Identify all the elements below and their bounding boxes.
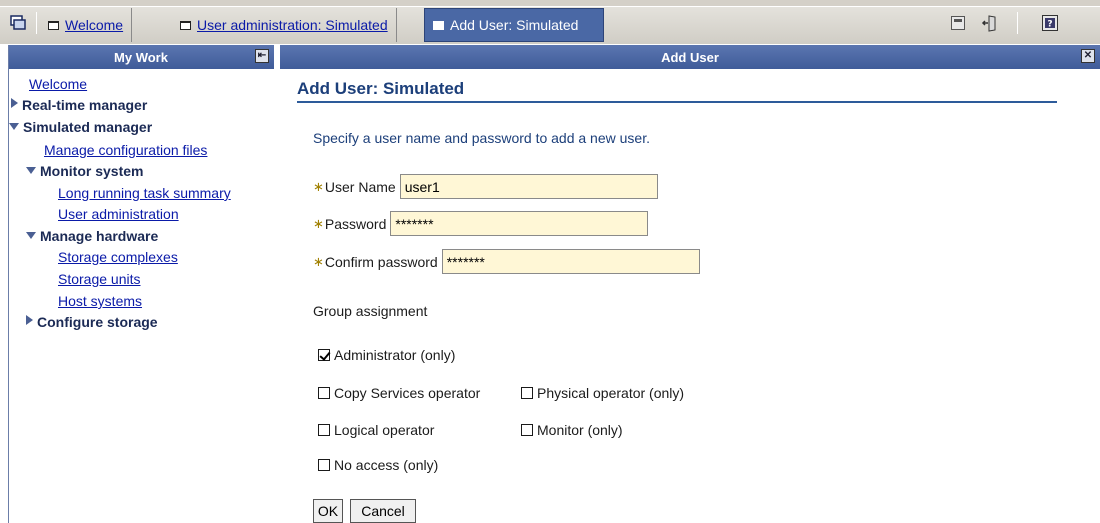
nav-manage-hardware-label: Manage hardware <box>40 228 159 244</box>
monitor-checkbox[interactable]: Monitor (only) <box>521 422 623 438</box>
nav-storage-units[interactable]: Storage units <box>58 271 141 287</box>
task-switch-icon[interactable] <box>6 12 30 34</box>
expand-arrow-icon[interactable] <box>11 98 18 108</box>
nav-configure-storage[interactable]: Configure storage <box>26 314 158 330</box>
top-tab-bar: Welcome User administration: Simulated A… <box>0 0 1100 44</box>
nav-host-systems[interactable]: Host systems <box>58 293 142 309</box>
collapse-arrow-icon[interactable] <box>9 123 19 130</box>
administrator-label: Administrator (only) <box>334 347 456 363</box>
checkbox-box[interactable] <box>521 387 533 399</box>
no-access-label: No access (only) <box>334 457 439 473</box>
tab-user-administration[interactable]: User administration: Simulated <box>172 8 397 42</box>
username-input[interactable] <box>399 174 658 199</box>
checkbox-box[interactable] <box>318 459 330 471</box>
nav-storage-complexes[interactable]: Storage complexes <box>58 249 178 265</box>
add-user-header: Add User ✕ <box>280 45 1100 69</box>
checkbox-box[interactable] <box>521 424 533 436</box>
nav-monitor-system[interactable]: Monitor system <box>26 163 143 179</box>
expand-arrow-icon[interactable] <box>26 315 33 325</box>
collapse-panel-icon[interactable]: ⇤ <box>255 49 269 63</box>
nav-configure-storage-label: Configure storage <box>37 314 158 330</box>
nav-simulated-manager[interactable]: Simulated manager <box>9 119 152 135</box>
collapse-arrow-icon[interactable] <box>26 232 36 239</box>
confirm-password-input[interactable] <box>441 249 700 274</box>
intro-text: Specify a user name and password to add … <box>313 130 650 146</box>
window-icon <box>48 20 59 30</box>
logout-icon[interactable] <box>978 12 1002 34</box>
monitor-label: Monitor (only) <box>537 422 623 438</box>
tab-add-user[interactable]: Add User: Simulated <box>424 8 604 42</box>
tab-add-user-label: Add User: Simulated <box>450 17 579 33</box>
tab-separator <box>36 12 37 34</box>
tab-welcome[interactable]: Welcome <box>40 8 133 42</box>
nav-welcome[interactable]: Welcome <box>29 76 87 92</box>
ok-button[interactable]: OK <box>313 499 343 523</box>
window-icon <box>433 20 444 30</box>
group-assignment-label: Group assignment <box>313 303 428 319</box>
copy-services-label: Copy Services operator <box>334 385 481 401</box>
nav-user-administration[interactable]: User administration <box>58 206 179 222</box>
collapse-arrow-icon[interactable] <box>26 167 36 174</box>
administrator-checkbox[interactable]: Administrator (only) <box>318 347 455 363</box>
nav-manage-configuration-files[interactable]: Manage configuration files <box>44 142 207 158</box>
tab-user-administration-label[interactable]: User administration: Simulated <box>197 17 388 33</box>
page-title: Add User: Simulated <box>297 79 465 98</box>
help-icon[interactable]: ? <box>1038 12 1062 34</box>
confirm-password-label: Confirm password <box>324 253 438 270</box>
nav-simulated-label: Simulated manager <box>23 119 153 135</box>
password-input[interactable] <box>390 211 649 236</box>
toolbar-separator <box>1017 12 1018 34</box>
svg-text:?: ? <box>1047 20 1052 30</box>
logical-operator-label: Logical operator <box>334 422 435 438</box>
tab-welcome-label[interactable]: Welcome <box>65 17 123 33</box>
my-work-header: My Work ⇤ <box>8 45 274 69</box>
logical-operator-checkbox[interactable]: Logical operator <box>318 422 434 438</box>
copy-services-checkbox[interactable]: Copy Services operator <box>318 385 480 401</box>
no-access-checkbox[interactable]: No access (only) <box>318 457 438 473</box>
physical-operator-label: Physical operator (only) <box>537 385 685 401</box>
physical-operator-checkbox[interactable]: Physical operator (only) <box>521 385 684 401</box>
username-label: User Name <box>324 178 396 195</box>
checkbox-box[interactable] <box>318 387 330 399</box>
checkbox-box[interactable] <box>318 424 330 436</box>
nav-realtime-manager[interactable]: Real-time manager <box>11 97 147 113</box>
password-row: ∗ Password <box>313 211 649 236</box>
title-divider <box>297 101 1057 103</box>
nav-manage-hardware[interactable]: Manage hardware <box>26 228 158 244</box>
required-marker: ∗ <box>313 215 324 231</box>
minimize-icon[interactable] <box>946 12 970 34</box>
my-work-title: My Work <box>114 49 168 65</box>
nav-long-running-task-summary[interactable]: Long running task summary <box>58 185 231 201</box>
required-marker: ∗ <box>313 253 324 269</box>
username-row: ∗ User Name <box>313 174 658 199</box>
close-icon[interactable]: ✕ <box>1081 49 1095 63</box>
password-label: Password <box>324 215 387 232</box>
cancel-button[interactable]: Cancel <box>350 499 416 523</box>
nav-border <box>8 45 9 523</box>
confirm-password-row: ∗ Confirm password <box>313 249 700 274</box>
checkbox-box[interactable] <box>318 349 330 361</box>
add-user-header-title: Add User <box>661 49 719 65</box>
required-marker: ∗ <box>313 178 324 194</box>
window-icon <box>180 20 191 30</box>
nav-monitor-label: Monitor system <box>40 163 144 179</box>
nav-realtime-label: Real-time manager <box>22 97 148 113</box>
